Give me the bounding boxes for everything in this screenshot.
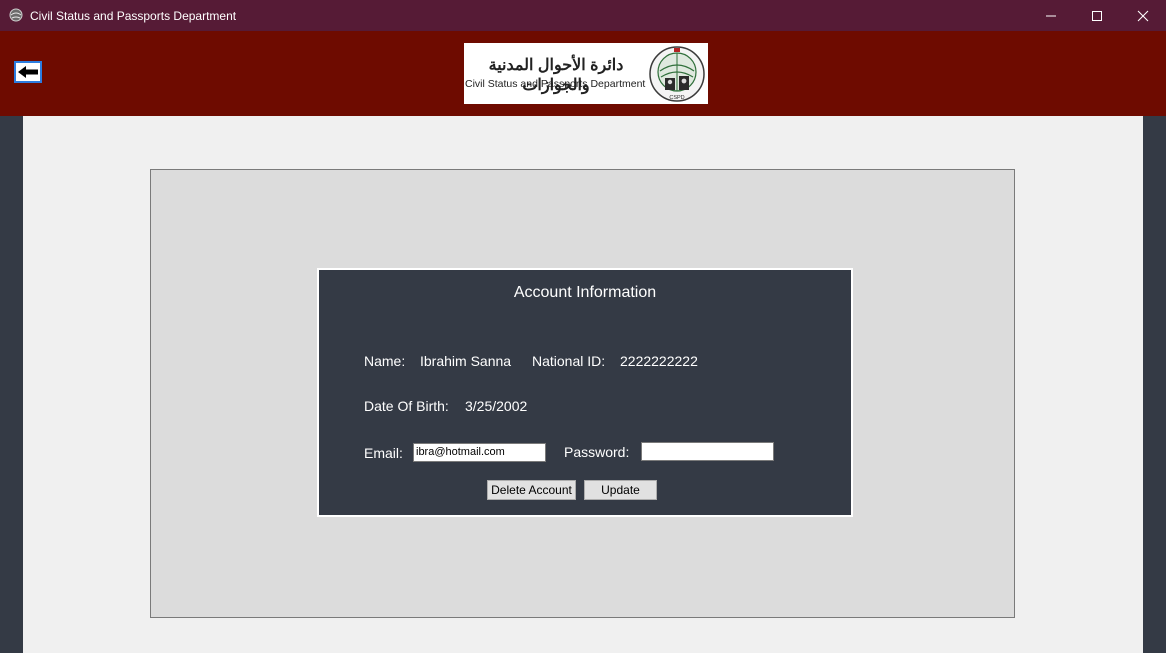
minimize-button[interactable]: [1028, 0, 1074, 31]
password-label: Password:: [564, 444, 630, 460]
update-button[interactable]: Update: [584, 480, 657, 500]
close-button[interactable]: [1120, 0, 1166, 31]
logo-english-text: Civil Status and Passports Department: [465, 78, 646, 90]
app-globe-icon: [9, 8, 23, 22]
close-icon: [1137, 10, 1149, 21]
maximize-button[interactable]: [1074, 0, 1120, 31]
account-information-card: Account Information Name: Ibrahim Sanna …: [317, 268, 853, 517]
email-field[interactable]: ibra@hotmail.com: [413, 443, 546, 462]
department-emblem-icon: CSPD: [649, 46, 705, 102]
header-bar: دائرة الأحوال المدنية والجوازات Civil St…: [0, 31, 1166, 116]
maximize-icon: [1092, 10, 1102, 21]
dob-value: 3/25/2002: [465, 398, 528, 414]
emblem-label: CSPD: [669, 95, 684, 101]
national-id-label: National ID:: [532, 353, 606, 369]
name-label: Name:: [364, 353, 406, 369]
back-button[interactable]: [14, 61, 42, 83]
department-logo: دائرة الأحوال المدنية والجوازات Civil St…: [464, 43, 708, 104]
minimize-icon: [1046, 15, 1056, 16]
password-field[interactable]: [641, 442, 774, 461]
national-id-value: 2222222222: [620, 353, 698, 369]
dob-label: Date Of Birth:: [364, 398, 449, 414]
title-bar: Civil Status and Passports Department: [0, 0, 1166, 31]
email-label: Email:: [364, 445, 403, 461]
account-heading: Account Information: [513, 284, 657, 301]
name-value: Ibrahim Sanna: [420, 353, 512, 369]
window-title: Civil Status and Passports Department: [30, 9, 237, 23]
delete-account-button[interactable]: Delete Account: [487, 480, 576, 500]
arrow-left-icon: [18, 66, 38, 78]
workspace: Account Information Name: Ibrahim Sanna …: [23, 116, 1143, 653]
content-panel: Account Information Name: Ibrahim Sanna …: [150, 169, 1015, 618]
